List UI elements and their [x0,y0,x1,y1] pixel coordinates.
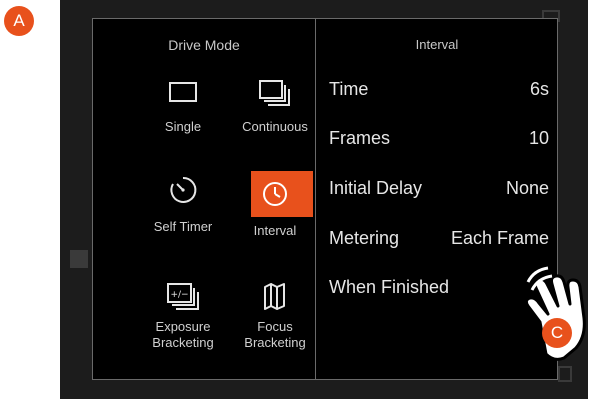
drive-mode-label: Single [164,119,202,134]
row-value: 6s [529,79,549,99]
drive-mode-single[interactable]: Single [133,79,233,135]
single-frame-icon [169,82,197,102]
drive-mode-label: Self Timer [153,219,213,234]
interval-clock-icon [263,182,287,206]
camera-screen: Drive Mode Single Continuous Self Timer … [60,0,588,399]
interval-title: Interval [415,37,459,52]
drive-mode-continuous[interactable]: Continuous [225,79,325,135]
background-fragment [558,366,572,382]
focus-bracketing-icon [264,283,285,310]
interval-row-frames[interactable]: Frames 10 [329,128,549,149]
drive-mode-label: Continuous [242,119,308,134]
continuous-frames-icon [259,80,290,106]
row-label: When Finished [329,277,450,297]
drive-mode-title: Drive Mode [168,37,240,53]
row-value: None [505,178,549,198]
drive-mode-exposure-bracketing[interactable]: +/− Exposure Bracketing [133,281,233,351]
row-label: Frames [329,128,391,148]
drive-mode-panel: Drive Mode Single Continuous Self Timer … [92,18,558,380]
drive-mode-self-timer[interactable]: Self Timer [133,175,233,235]
interval-row-time[interactable]: Time 6s [329,79,549,100]
drive-mode-focus-bracketing[interactable]: Focus Bracketing [225,281,325,351]
interval-row-initial-delay[interactable]: Initial Delay None [329,178,549,199]
drive-mode-interval[interactable]: Interval [225,171,325,239]
drive-mode-label: Focus Bracketing [244,319,306,350]
callout-a-badge: A [4,6,34,36]
interval-row-when-finished[interactable]: When Finished [329,277,549,298]
row-label: Metering [329,228,400,248]
exposure-bracketing-icon: +/− [167,283,199,310]
row-value: 10 [528,128,549,148]
svg-text:+/−: +/− [170,290,188,300]
background-fragment [70,250,88,268]
drive-mode-label: Exposure Bracketing [152,319,214,350]
row-label: Time [329,79,369,99]
callout-c-badge: C [542,318,572,348]
interval-row-metering[interactable]: Metering Each Frame [329,228,549,249]
self-timer-icon [170,176,197,203]
row-value: Each Frame [450,228,549,248]
drive-mode-label: Interval [253,223,297,238]
row-label: Initial Delay [329,178,423,198]
